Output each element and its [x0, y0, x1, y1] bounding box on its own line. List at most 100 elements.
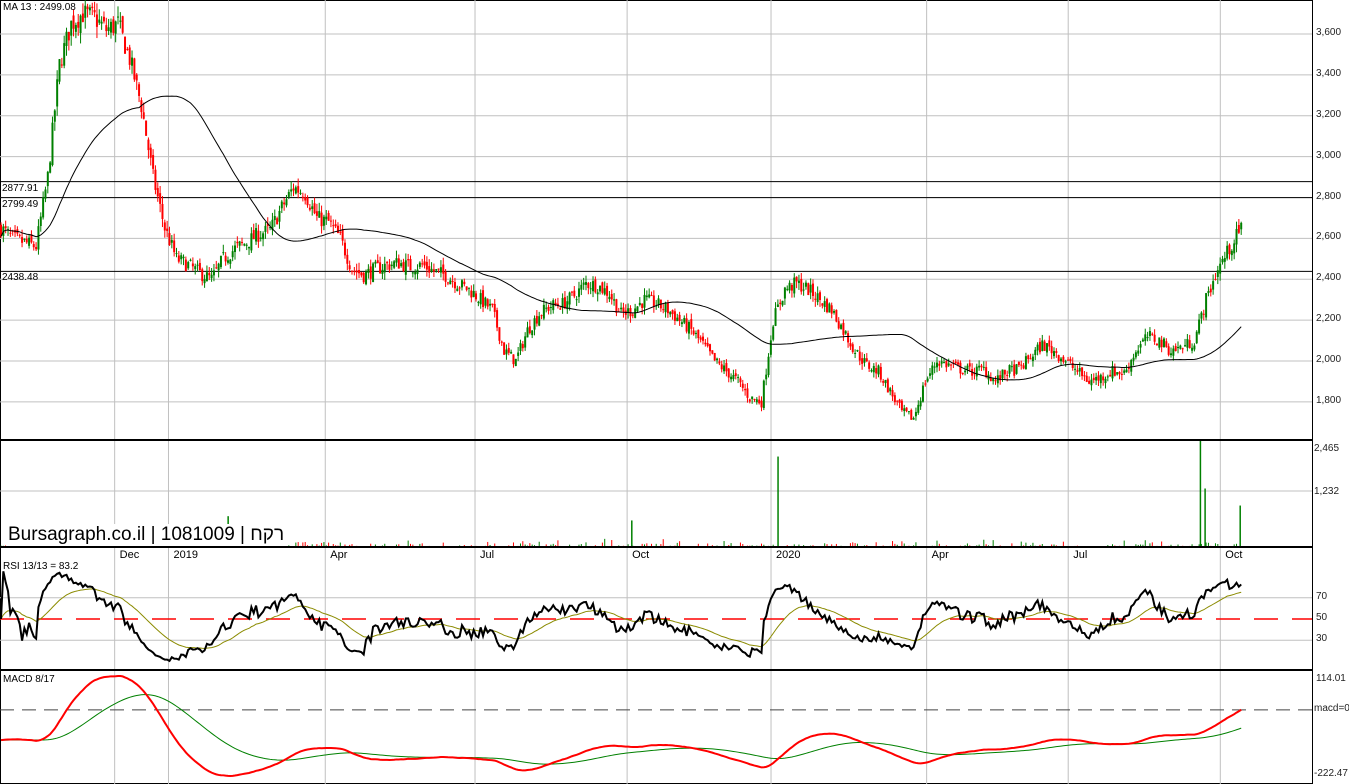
candle-body: [804, 282, 807, 287]
candle-body: [91, 6, 94, 9]
candle-body: [720, 364, 723, 370]
candle-body: [355, 270, 358, 273]
candle-body: [1158, 337, 1161, 348]
price-tick-label: 2,600: [1316, 231, 1342, 243]
candle-body: [928, 373, 931, 376]
candle-body: [683, 317, 686, 323]
candle-body: [1205, 293, 1208, 318]
candle-body: [205, 272, 208, 282]
candle-body: [1172, 348, 1175, 356]
candle-body: [968, 363, 971, 367]
candle-body: [1167, 346, 1170, 355]
candle-body: [830, 305, 833, 314]
candle-body: [329, 220, 332, 222]
candle-body: [1209, 288, 1212, 293]
candle-body: [98, 19, 101, 23]
candle-body: [292, 188, 295, 191]
candle-body: [673, 311, 676, 321]
candle-body: [865, 358, 868, 362]
candle-body: [725, 362, 728, 372]
price-tick-label: 3,600: [1316, 27, 1342, 38]
candle-body: [280, 201, 283, 209]
candle-body: [21, 237, 24, 243]
candle-body: [1045, 343, 1048, 353]
stock-chart: [0, 0, 1313, 784]
candle-body: [783, 287, 786, 299]
candle-body: [961, 372, 964, 374]
candle-body: [39, 216, 42, 226]
candle-body: [938, 363, 941, 366]
candle-body: [1001, 369, 1004, 379]
candle-body: [919, 400, 922, 407]
candle-body: [1165, 341, 1168, 347]
candle-body: [1088, 380, 1091, 384]
candle-body: [1043, 341, 1046, 351]
candle-body: [327, 212, 330, 221]
candle-body: [926, 378, 929, 382]
candle-body: [975, 366, 978, 377]
candle-body: [81, 13, 84, 22]
candle-body: [1174, 346, 1177, 352]
candle-body: [126, 48, 129, 50]
candle-body: [898, 399, 901, 403]
candle-body: [709, 344, 712, 352]
candle-body: [117, 16, 119, 18]
candle-body: [540, 315, 543, 317]
candle-body: [507, 347, 510, 353]
candle-body: [552, 300, 555, 311]
candle-body: [336, 225, 339, 234]
candle-body: [1055, 351, 1058, 354]
candle-body: [79, 15, 82, 34]
candle-body: [936, 362, 938, 368]
candle-body: [1195, 331, 1198, 344]
candle-body: [1212, 281, 1215, 290]
candle-body: [58, 59, 61, 82]
candle-body: [124, 37, 127, 54]
candle-body: [711, 350, 714, 354]
candle-body: [376, 260, 379, 264]
candle-body: [84, 5, 87, 18]
candle-body: [44, 189, 47, 199]
candle-body: [1034, 349, 1037, 356]
candle-body: [533, 318, 536, 330]
candle-body: [671, 310, 674, 315]
candle-body: [121, 16, 124, 33]
candle-body: [114, 21, 117, 34]
candle-body: [1188, 340, 1191, 349]
candle-body: [1095, 376, 1098, 381]
candle-body: [257, 230, 260, 242]
price-tick-label: 2,200: [1316, 313, 1342, 325]
candle-body: [142, 112, 145, 119]
candle-body: [372, 263, 375, 282]
rsi-tick-label: 30: [1316, 633, 1328, 645]
volume-tick-label: 2,465: [1314, 443, 1340, 454]
candle-body: [615, 299, 618, 313]
candle-body: [1038, 341, 1041, 353]
macd-label: MACD 8/17: [3, 674, 55, 685]
candle-body: [718, 361, 721, 364]
candle-body: [304, 197, 307, 201]
candle-body: [128, 47, 131, 65]
candle-body: [325, 216, 328, 220]
candle-body: [917, 404, 920, 413]
candle-body: [182, 256, 185, 259]
candle-body: [439, 267, 442, 273]
candle-body: [72, 15, 75, 29]
candle-body: [383, 263, 386, 273]
candle-body: [781, 300, 784, 306]
candle-body: [339, 231, 342, 233]
candle-body: [369, 266, 372, 279]
candle-body: [23, 238, 26, 240]
candle-body: [189, 259, 192, 261]
candle-body: [669, 311, 672, 315]
candle-body: [744, 389, 747, 391]
candle-body: [191, 263, 194, 267]
candle-body: [854, 353, 857, 355]
candle-body: [765, 374, 768, 380]
candle-body: [77, 21, 80, 28]
candle-body: [180, 255, 183, 260]
candle-body: [512, 354, 515, 365]
candle-body: [379, 262, 382, 274]
candle-body: [388, 264, 391, 270]
candle-body: [479, 293, 482, 305]
